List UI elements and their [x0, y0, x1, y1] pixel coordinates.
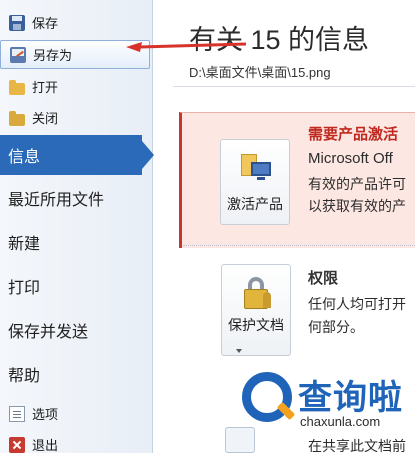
tab-save-send-label: 保存并发送	[8, 324, 89, 341]
tab-info-label: 信息	[8, 149, 41, 166]
open-folder-icon	[9, 79, 25, 95]
options-command[interactable]: 选项	[0, 399, 150, 428]
open-command[interactable]: 打开	[0, 72, 150, 101]
tab-new[interactable]: 新建	[0, 222, 150, 262]
options-icon	[9, 405, 25, 422]
save-label: 保存	[32, 16, 59, 31]
file-path: D:\桌面文件\桌面\15.png	[189, 65, 331, 80]
save-icon	[9, 14, 25, 31]
tab-recent[interactable]: 最近所用文件	[0, 178, 150, 218]
open-label: 打开	[32, 80, 59, 95]
permissions-line-2: 何部分。	[308, 319, 364, 335]
tab-save-send[interactable]: 保存并发送	[0, 310, 150, 350]
tab-print[interactable]: 打印	[0, 266, 150, 306]
save-command[interactable]: 保存	[0, 8, 150, 37]
exit-label: 退出	[32, 438, 59, 453]
annotation-arrow	[126, 42, 246, 52]
watermark-text: 查询啦	[298, 379, 403, 417]
section-divider	[183, 245, 415, 246]
tab-recent-label: 最近所用文件	[8, 192, 105, 209]
watermark: 查询啦 chaxunla.com	[236, 370, 415, 453]
tab-help[interactable]: 帮助	[0, 354, 150, 394]
activate-product-label: 激活产品	[227, 196, 283, 212]
options-label: 选项	[32, 407, 59, 422]
tab-info[interactable]: 信息	[0, 135, 154, 175]
exit-command[interactable]: 退出	[0, 430, 150, 453]
permissions-heading: 权限	[308, 270, 339, 287]
activation-line-1: Microsoft Off	[308, 150, 393, 167]
activation-heading: 需要产品激活	[308, 126, 399, 143]
protect-document-button[interactable]: 保护文档	[221, 264, 291, 356]
activation-line-3: 以获取有效的产	[308, 198, 406, 214]
exit-icon	[9, 436, 25, 453]
activate-product-button[interactable]: 激活产品	[220, 139, 290, 225]
tab-help-label: 帮助	[8, 368, 41, 385]
close-folder-icon	[9, 110, 25, 126]
tab-print-label: 打印	[8, 280, 41, 297]
chevron-down-icon	[236, 349, 242, 353]
watermark-url: chaxunla.com	[300, 414, 381, 429]
activation-section: 激活产品 需要产品激活 Microsoft Off 有效的产品许可 以获取有效的…	[179, 112, 415, 248]
save-as-label: 另存为	[33, 48, 73, 63]
backstage-sidebar: 保存 另存为 打开 关闭 信息 最近所用文件 新建 打印 保存并发送 帮助 选项…	[0, 0, 154, 453]
save-as-icon	[10, 46, 26, 63]
activate-product-icon	[241, 154, 273, 184]
permissions-line-1: 任何人均可打开	[308, 296, 406, 312]
activation-line-2: 有效的产品许可	[308, 176, 406, 192]
title-divider	[173, 86, 415, 87]
protect-document-label: 保护文档	[228, 317, 284, 333]
watermark-logo-icon	[242, 372, 292, 422]
close-command[interactable]: 关闭	[0, 103, 150, 132]
lock-key-icon	[243, 277, 273, 313]
close-label: 关闭	[32, 111, 59, 126]
tab-new-label: 新建	[8, 236, 41, 253]
